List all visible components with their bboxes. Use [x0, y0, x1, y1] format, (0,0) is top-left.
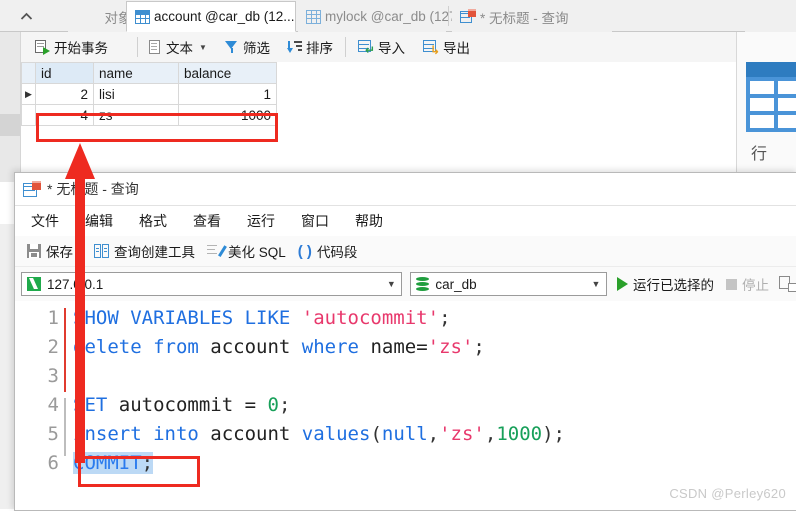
chevron-down-icon[interactable]: ▼ [588, 279, 604, 289]
data-grid[interactable]: id name balance ▶ 2 lisi 1 4 zs 1000 [0, 62, 796, 162]
large-table-icon [746, 62, 796, 132]
toolbar-separator [345, 37, 346, 57]
line-number: 1 [47, 307, 59, 329]
snippet-icon: ( ) [297, 242, 312, 260]
button-label: 美化 SQL [228, 245, 286, 260]
row-marker[interactable] [21, 104, 36, 126]
stop-icon [726, 278, 737, 290]
red-box-grid-row [36, 113, 278, 142]
toolbar-separator [137, 37, 138, 57]
database-value: car_db [435, 276, 477, 292]
tab-account-car-db[interactable]: account @car_db (12... [126, 1, 296, 32]
grid-spacer [680, 62, 716, 75]
database-select[interactable]: car_db ▼ [410, 272, 607, 296]
tab-label: account @car_db (12... [154, 9, 295, 24]
button-label: 文本 [166, 41, 193, 56]
sort-icon [286, 40, 302, 54]
tab-label: mylock @car_db (127.... [325, 9, 472, 24]
column-header-id[interactable]: id [35, 62, 94, 84]
grid-icon [306, 9, 321, 24]
query-toolbar: 保存 查询创建工具 美化 SQL ( ) 代码段 [15, 236, 796, 267]
menu-bar: 文件 编辑 格式 查看 运行 窗口 帮助 [15, 206, 796, 236]
chevron-down-icon[interactable]: ▼ [199, 43, 207, 52]
explain-plan-icon[interactable] [779, 276, 796, 292]
cell-name[interactable]: lisi [93, 83, 179, 105]
beautify-sql-button[interactable]: 美化 SQL [201, 239, 292, 263]
code-line-4[interactable]: SET autocommit = 0; [73, 394, 290, 416]
text-icon [149, 39, 162, 55]
row-marker[interactable]: ▶ [21, 83, 36, 105]
text-view-button[interactable]: 文本 ▼ [146, 36, 210, 58]
chevron-down-icon[interactable]: ▼ [383, 279, 399, 289]
cell-id[interactable]: 2 [35, 83, 94, 105]
tab-mylock-car-db[interactable]: mylock @car_db (127.... [298, 1, 472, 32]
cell-balance[interactable]: 1 [178, 83, 277, 105]
begin-transaction-icon [35, 39, 50, 55]
beautify-icon [207, 244, 226, 258]
query-icon [460, 9, 476, 24]
grid-icon [135, 9, 150, 24]
code-line-5[interactable]: insert into account values(null,'zs',100… [73, 423, 565, 445]
export-icon: ↳ [423, 40, 440, 56]
button-label: 导入 [378, 41, 405, 56]
menu-item-format[interactable]: 格式 [129, 208, 177, 234]
menu-item-window[interactable]: 窗口 [291, 208, 339, 234]
red-up-arrow [65, 143, 95, 463]
play-icon [617, 277, 628, 291]
menu-item-help[interactable]: 帮助 [345, 208, 393, 234]
code-line-1[interactable]: SHOW VARIABLES LIKE 'autocommit'; [73, 307, 451, 329]
column-header-name[interactable]: name [93, 62, 179, 84]
table-header-row: id name balance [21, 62, 277, 84]
query-icon [23, 180, 41, 198]
tab-strip: 对象 account @car_db (12... mylock @car_db… [0, 0, 796, 32]
connection-icon [27, 277, 41, 291]
import-button[interactable]: ↵ 导入 [355, 36, 408, 58]
button-label: 排序 [306, 41, 333, 56]
button-label: 查询创建工具 [114, 245, 195, 260]
menu-item-run[interactable]: 运行 [237, 208, 285, 234]
button-label: 筛选 [243, 41, 270, 56]
grid-toolbar: 开始事务 文本 ▼ 筛选 排序 ↵ 导入 ↳ 导出 [0, 32, 796, 63]
line-number: 5 [47, 423, 59, 445]
database-icon [416, 277, 430, 291]
right-panel-label: 行 [751, 146, 768, 163]
sort-button[interactable]: 排序 [285, 36, 336, 58]
begin-transaction-button[interactable]: 开始事务 [32, 36, 111, 58]
connection-bar: 127.0.0.1 ▼ car_db ▼ 运行已选择的 停止 [15, 267, 796, 301]
button-label: 代码段 [316, 245, 358, 260]
line-number: 2 [47, 336, 59, 358]
menu-item-view[interactable]: 查看 [183, 208, 231, 234]
row-marker-header [21, 62, 36, 84]
chevron-up-icon[interactable] [12, 2, 40, 30]
tab-untitled-query[interactable]: * 无标题 - 查询 [452, 1, 612, 32]
button-label: 停止 [742, 278, 769, 293]
code-line-2[interactable]: delete from account where name='zs'; [73, 336, 485, 358]
button-label: 开始事务 [54, 41, 108, 56]
line-number: 6 [47, 452, 59, 474]
filter-button[interactable]: 筛选 [222, 36, 273, 58]
toolbar-gutter [0, 32, 21, 62]
export-button[interactable]: ↳ 导出 [420, 36, 473, 58]
table-row[interactable]: ▶ 2 lisi 1 [21, 83, 277, 105]
stop-button: 停止 [726, 274, 769, 294]
line-number: 3 [47, 365, 59, 387]
button-label: 导出 [443, 41, 470, 56]
column-header-balance[interactable]: balance [178, 62, 277, 84]
run-selected-button[interactable]: 运行已选择的 [617, 274, 714, 294]
grid-gutter [0, 62, 21, 162]
tab-separator [448, 6, 449, 26]
import-icon: ↵ [358, 40, 375, 56]
watermark: CSDN @Perley620 [669, 486, 786, 501]
line-number: 4 [47, 394, 59, 416]
button-label: 运行已选择的 [633, 278, 714, 293]
query-window-titlebar[interactable]: * 无标题 - 查询 [15, 173, 796, 206]
filter-icon [225, 40, 239, 54]
code-snippet-button[interactable]: ( ) 代码段 [292, 239, 364, 263]
tab-label: * 无标题 - 查询 [480, 10, 569, 26]
query-builder-button[interactable]: 查询创建工具 [88, 239, 201, 263]
save-icon [27, 244, 41, 258]
editor-gutter: 1 2 3 4 5 6 [15, 302, 67, 510]
